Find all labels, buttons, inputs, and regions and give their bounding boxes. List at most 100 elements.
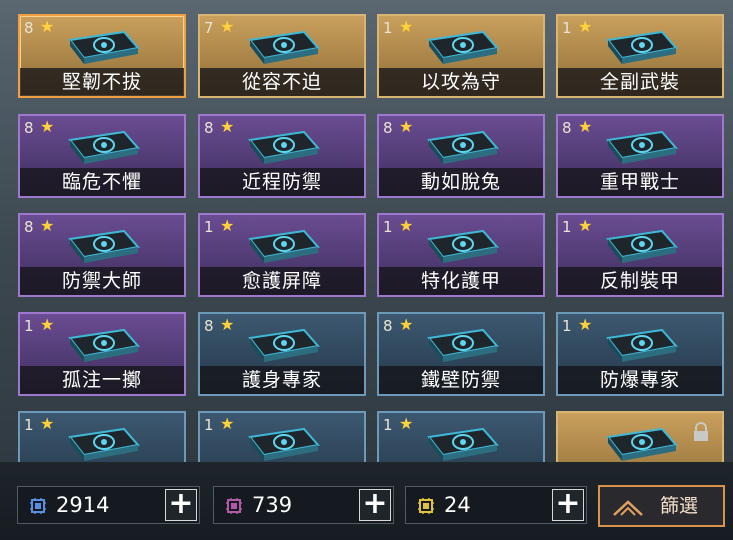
card-count: 1: [24, 317, 34, 335]
star-icon: ★: [220, 216, 235, 235]
card-name: 防禦大師: [20, 267, 184, 295]
card-name: 臨危不懼: [20, 168, 184, 196]
add-gold-button[interactable]: +: [552, 489, 584, 521]
add-blue-button[interactable]: +: [165, 489, 197, 521]
card-name: 護身專家: [200, 366, 364, 394]
resource-purple: 739 +: [213, 486, 394, 524]
card[interactable]: 1 ★: [198, 411, 366, 462]
card-name: 鐵壁防禦: [379, 366, 543, 394]
resource-blue: 2914 +: [17, 486, 200, 524]
card-name: 特化護甲: [379, 267, 543, 295]
card-count: 1: [562, 19, 572, 37]
star-icon: ★: [399, 117, 414, 136]
card-count: 1: [204, 416, 214, 434]
card-count: 8: [383, 317, 393, 335]
skill-chip-icon: [68, 130, 140, 164]
skill-chip-icon: [68, 30, 140, 64]
resource-gold-value: 24: [444, 493, 471, 517]
add-purple-button[interactable]: +: [359, 489, 391, 521]
card-count: 8: [383, 119, 393, 137]
card[interactable]: 1 ★: [377, 411, 545, 462]
card-name: 重甲戰士: [558, 168, 722, 196]
skill-chip-icon: [427, 30, 499, 64]
card-count: 8: [24, 19, 34, 37]
card-name: 愈護屏障: [200, 267, 364, 295]
card[interactable]: 1 ★ 全副武裝: [556, 14, 724, 98]
card-count: 1: [24, 416, 34, 434]
card-count: 8: [562, 119, 572, 137]
skill-chip-icon: [606, 30, 678, 64]
card-locked[interactable]: [556, 411, 724, 462]
skill-chip-icon: [68, 328, 140, 362]
skill-chip-icon: [248, 328, 320, 362]
card-name: 堅韌不拔: [20, 68, 184, 96]
card[interactable]: 8 ★ 動如脫兔: [377, 114, 545, 198]
lock-icon: [694, 422, 708, 441]
star-icon: ★: [40, 414, 55, 433]
star-icon: ★: [399, 17, 414, 36]
skill-chip-icon: [606, 130, 678, 164]
card-count: 1: [204, 218, 214, 236]
card[interactable]: 8 ★ 堅韌不拔: [18, 14, 186, 98]
card-grid: 8 ★ 堅韌不拔 7 ★ 從容不迫 1 ★ 以攻為守 1 ★ 全副武裝 8 ★ 臨危不懼 8 ★ 近程防禦 8 ★ 動如…: [0, 0, 733, 462]
filter-label: 篩選: [660, 495, 699, 517]
card[interactable]: 8 ★ 防禦大師: [18, 213, 186, 297]
card-count: 7: [204, 19, 214, 37]
star-icon: ★: [578, 315, 593, 334]
skill-chip-icon: [68, 229, 140, 263]
skill-chip-icon: [427, 229, 499, 263]
card-count: 1: [562, 218, 572, 236]
card[interactable]: 8 ★ 臨危不懼: [18, 114, 186, 198]
star-icon: ★: [40, 117, 55, 136]
card-name: 動如脫兔: [379, 168, 543, 196]
card[interactable]: 1 ★: [18, 411, 186, 462]
card-name: 近程防禦: [200, 168, 364, 196]
star-icon: ★: [40, 17, 55, 36]
card[interactable]: 8 ★ 重甲戰士: [556, 114, 724, 198]
skill-chip-icon: [248, 229, 320, 263]
card-count: 1: [562, 317, 572, 335]
skill-chip-icon: [68, 427, 140, 461]
card[interactable]: 8 ★ 鐵壁防禦: [377, 312, 545, 396]
card[interactable]: 8 ★ 近程防禦: [198, 114, 366, 198]
card[interactable]: 1 ★ 反制裝甲: [556, 213, 724, 297]
chevron-up-icon: [613, 500, 643, 516]
skill-chip-icon: [427, 130, 499, 164]
star-icon: ★: [40, 315, 55, 334]
card-name: 孤注一擲: [20, 366, 184, 394]
card-name: 反制裝甲: [558, 267, 722, 295]
card-count: 1: [383, 218, 393, 236]
card[interactable]: 7 ★ 從容不迫: [198, 14, 366, 98]
star-icon: ★: [220, 17, 235, 36]
card[interactable]: 1 ★ 以攻為守: [377, 14, 545, 98]
card-name: 從容不迫: [200, 68, 364, 96]
blue-chip-icon: [30, 498, 46, 514]
card-count: 8: [24, 119, 34, 137]
card[interactable]: 1 ★ 孤注一擲: [18, 312, 186, 396]
skill-chip-icon: [606, 328, 678, 362]
filter-button[interactable]: 篩選: [598, 485, 725, 527]
star-icon: ★: [578, 17, 593, 36]
star-icon: ★: [220, 117, 235, 136]
card[interactable]: 1 ★ 防爆專家: [556, 312, 724, 396]
star-icon: ★: [399, 315, 414, 334]
skill-chip-icon: [427, 328, 499, 362]
star-icon: ★: [40, 216, 55, 235]
card-count: 1: [383, 19, 393, 37]
skill-chip-icon: [606, 427, 678, 461]
star-icon: ★: [220, 414, 235, 433]
card[interactable]: 1 ★ 愈護屏障: [198, 213, 366, 297]
star-icon: ★: [578, 216, 593, 235]
card[interactable]: 1 ★ 特化護甲: [377, 213, 545, 297]
resource-blue-value: 2914: [56, 493, 110, 517]
skill-chip-icon: [248, 130, 320, 164]
star-icon: ★: [578, 117, 593, 136]
card[interactable]: 8 ★ 護身專家: [198, 312, 366, 396]
skill-chip-icon: [606, 229, 678, 263]
resource-gold: 24 +: [405, 486, 587, 524]
card-count: 8: [204, 317, 214, 335]
gold-chip-icon: [418, 498, 434, 514]
skill-chip-icon: [248, 427, 320, 461]
star-icon: ★: [220, 315, 235, 334]
star-icon: ★: [399, 216, 414, 235]
